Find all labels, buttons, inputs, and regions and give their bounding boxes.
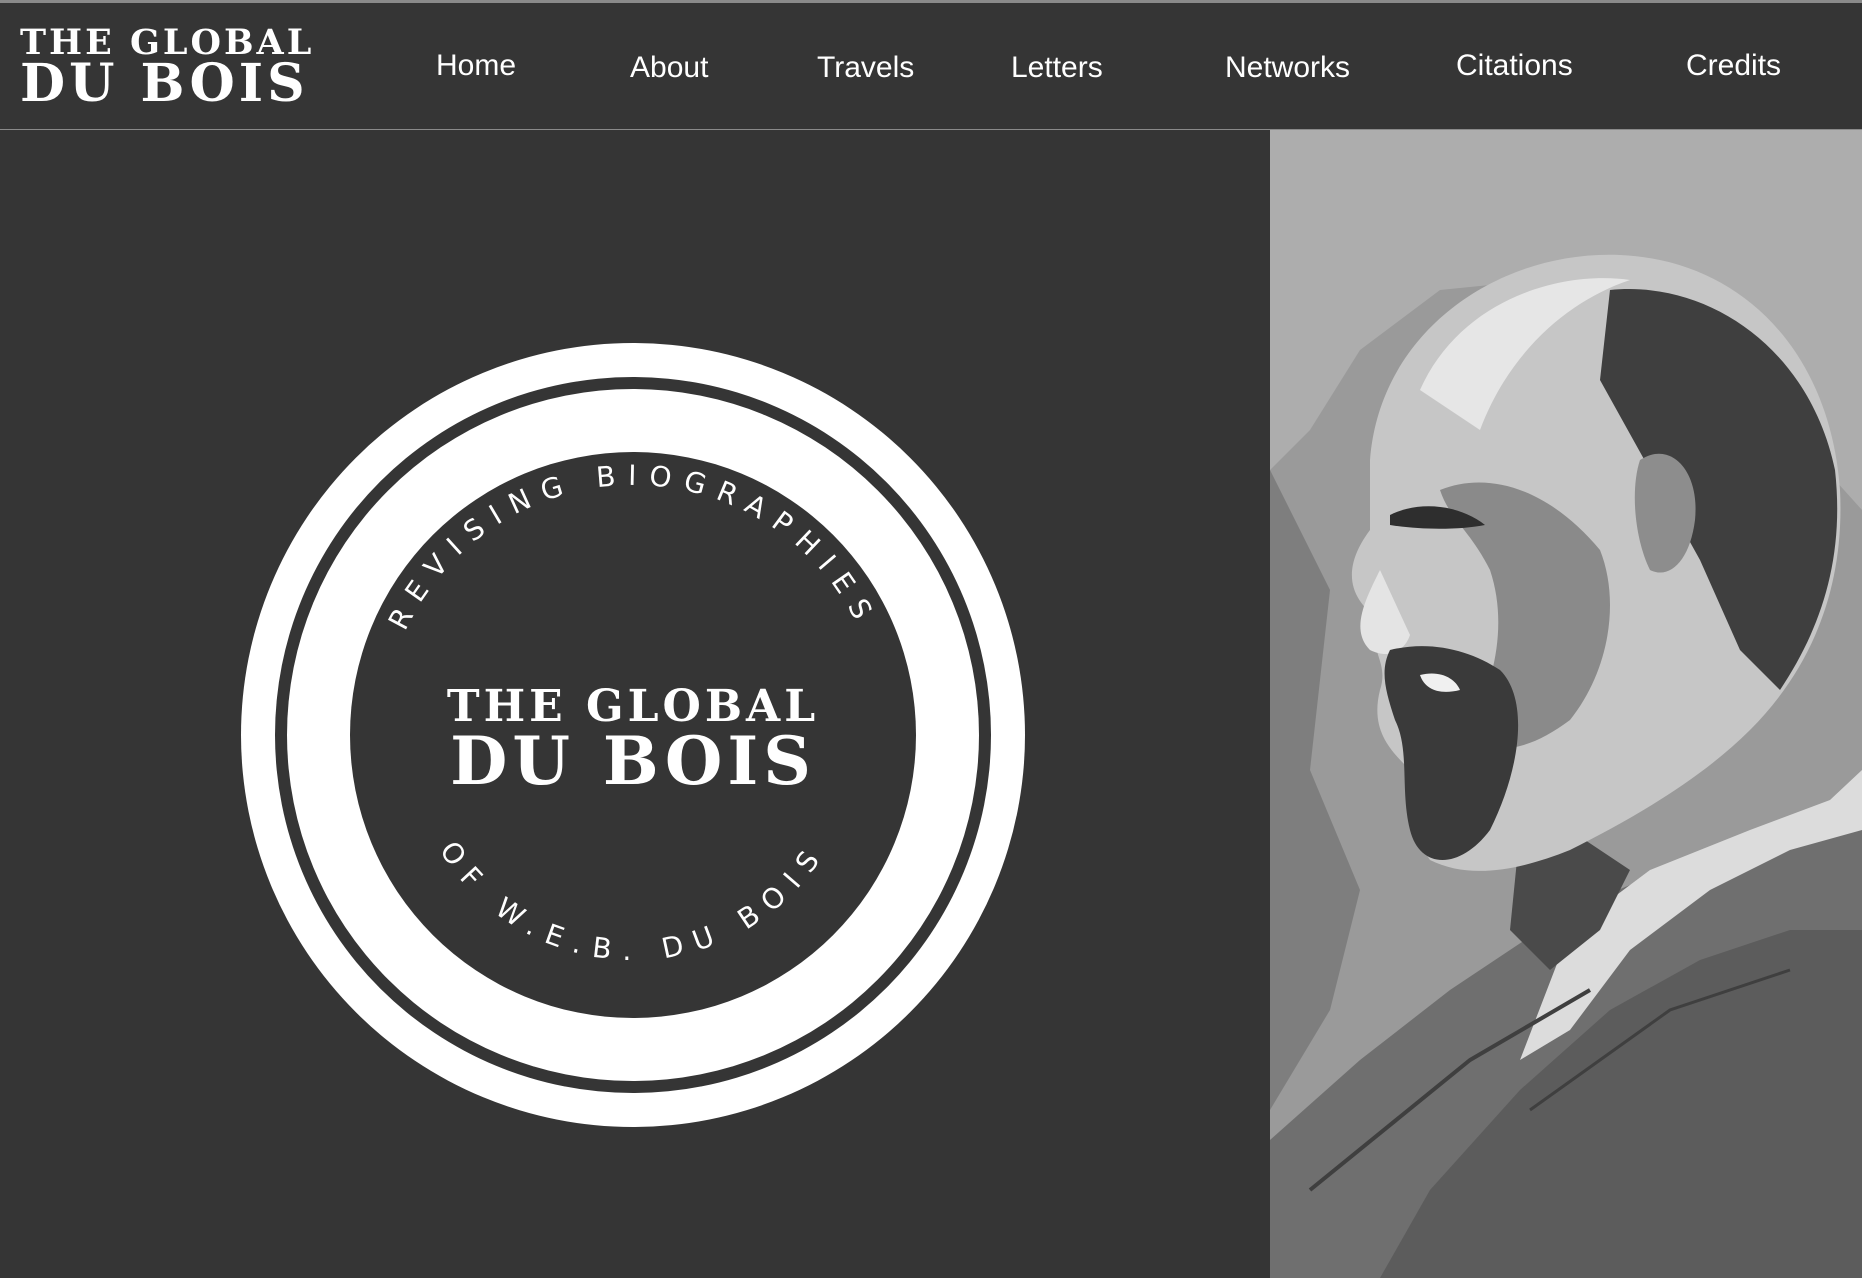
site-header: THE GLOBAL DU BOIS Home About Travels Le… xyxy=(0,0,1862,130)
seal-title-line-2: DU BOIS xyxy=(450,722,816,800)
nav-networks-link[interactable]: Networks xyxy=(1225,51,1350,85)
nav-about-link[interactable]: About xyxy=(630,51,708,85)
page: THE GLOBAL DU BOIS Home About Travels Le… xyxy=(0,0,1862,1278)
hero-seal: REVISING BIOGRAPHIES OF W.E.B. DU BOIS T… xyxy=(238,340,1028,1130)
site-logo[interactable]: THE GLOBAL DU BOIS xyxy=(20,25,314,110)
nav-home-link[interactable]: Home xyxy=(436,49,516,83)
logo-line-2: DU BOIS xyxy=(20,53,309,114)
nav-letters-link[interactable]: Letters xyxy=(1011,51,1103,85)
portrait-image xyxy=(1270,130,1862,1278)
nav-credits-link[interactable]: Credits xyxy=(1686,49,1781,83)
nav-citations-link[interactable]: Citations xyxy=(1456,49,1573,83)
portrait-illustration xyxy=(1270,130,1862,1278)
nav-travels-link[interactable]: Travels xyxy=(817,51,914,85)
